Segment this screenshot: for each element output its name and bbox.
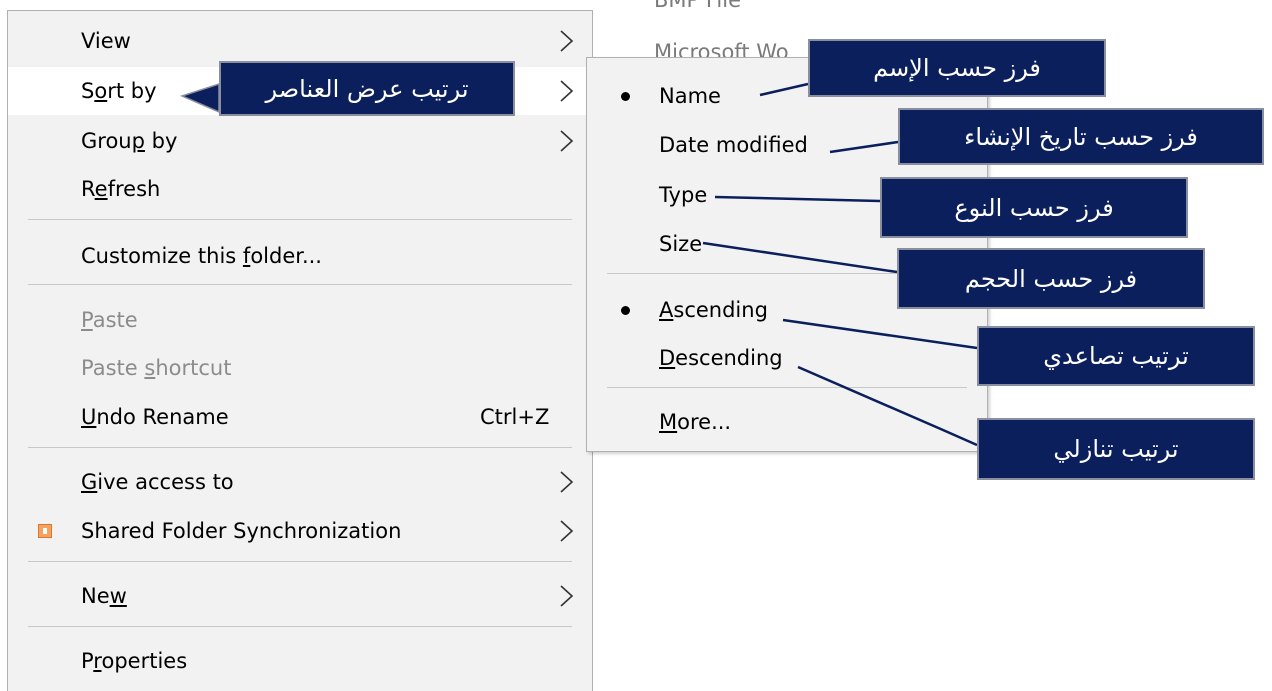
name-connector-line	[759, 82, 809, 97]
ascending-connector-line	[782, 318, 978, 350]
callout-sort-by-date: فرز حسب تاريخ الإنشاء	[898, 108, 1264, 165]
descending-connector-line	[797, 365, 978, 447]
sort-callout-pointer	[179, 82, 220, 114]
size-connector-line	[702, 241, 898, 274]
callout-sort-by-name: فرز حسب الإسم	[808, 39, 1106, 97]
callout-descending: ترتيب تنازلي	[977, 418, 1255, 480]
type-connector-line	[714, 195, 881, 203]
callout-sort-display: ترتيب عرض العناصر	[219, 61, 515, 116]
callout-sort-by-type: فرز حسب النوع	[880, 177, 1188, 238]
callout-ascending: ترتيب تصاعدي	[977, 326, 1255, 386]
date-connector-line	[829, 140, 899, 154]
callout-sort-by-size: فرز حسب الحجم	[897, 248, 1205, 309]
